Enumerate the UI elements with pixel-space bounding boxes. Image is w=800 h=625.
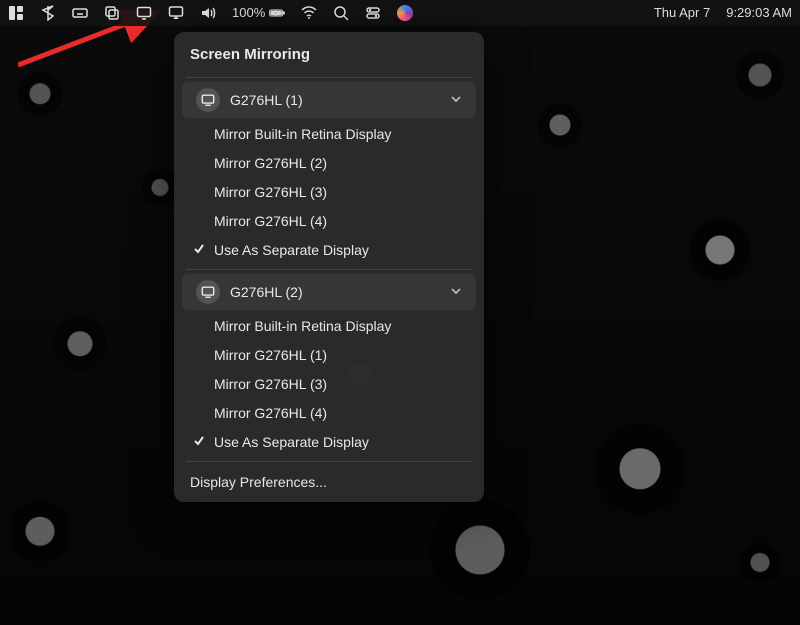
mirror-option[interactable]: Mirror G276HL (4) <box>174 399 484 428</box>
panel-title: Screen Mirroring <box>174 40 484 73</box>
control-center-icon[interactable] <box>365 5 381 21</box>
spotlight-icon[interactable] <box>333 5 349 21</box>
display-preferences-link[interactable]: Display Preferences... <box>174 466 484 498</box>
check-icon <box>192 240 206 261</box>
mirror-option[interactable]: Mirror G276HL (4) <box>174 207 484 236</box>
screen-mirroring-panel: Screen Mirroring G276HL (1) Mirror Built… <box>174 32 484 502</box>
bluetooth-icon[interactable] <box>40 5 56 21</box>
airplay-icon[interactable] <box>168 5 184 21</box>
app-icon[interactable] <box>8 5 24 21</box>
display-icon <box>196 280 220 304</box>
separator <box>186 77 472 78</box>
separator <box>186 269 472 270</box>
battery-status[interactable]: 100% <box>232 5 285 21</box>
mirror-option-selected[interactable]: Use As Separate Display <box>174 428 484 457</box>
chevron-down-icon <box>450 92 462 108</box>
display-header-1[interactable]: G276HL (1) <box>182 82 476 118</box>
check-icon <box>192 432 206 453</box>
display-header-2[interactable]: G276HL (2) <box>182 274 476 310</box>
mirror-option[interactable]: Mirror G276HL (2) <box>174 149 484 178</box>
display-name: G276HL (1) <box>230 92 303 108</box>
mirror-option-selected[interactable]: Use As Separate Display <box>174 236 484 265</box>
display-icon <box>196 88 220 112</box>
volume-icon[interactable] <box>200 5 216 21</box>
wifi-icon[interactable] <box>301 5 317 21</box>
battery-icon <box>269 5 285 21</box>
mirror-option[interactable]: Mirror G276HL (3) <box>174 370 484 399</box>
menubar: 100% Thu Apr 7 9:29:03 AM <box>0 0 800 26</box>
mirror-option[interactable]: Mirror Built-in Retina Display <box>174 120 484 149</box>
display-name: G276HL (2) <box>230 284 303 300</box>
mission-control-icon[interactable] <box>104 5 120 21</box>
mirror-option[interactable]: Mirror Built-in Retina Display <box>174 312 484 341</box>
siri-icon[interactable] <box>397 5 413 21</box>
mirror-option[interactable]: Mirror G276HL (3) <box>174 178 484 207</box>
separator <box>186 461 472 462</box>
keyboard-icon[interactable] <box>72 5 88 21</box>
mirror-option[interactable]: Mirror G276HL (1) <box>174 341 484 370</box>
screen-mirroring-menubar-icon[interactable] <box>136 5 152 21</box>
chevron-down-icon <box>450 284 462 300</box>
